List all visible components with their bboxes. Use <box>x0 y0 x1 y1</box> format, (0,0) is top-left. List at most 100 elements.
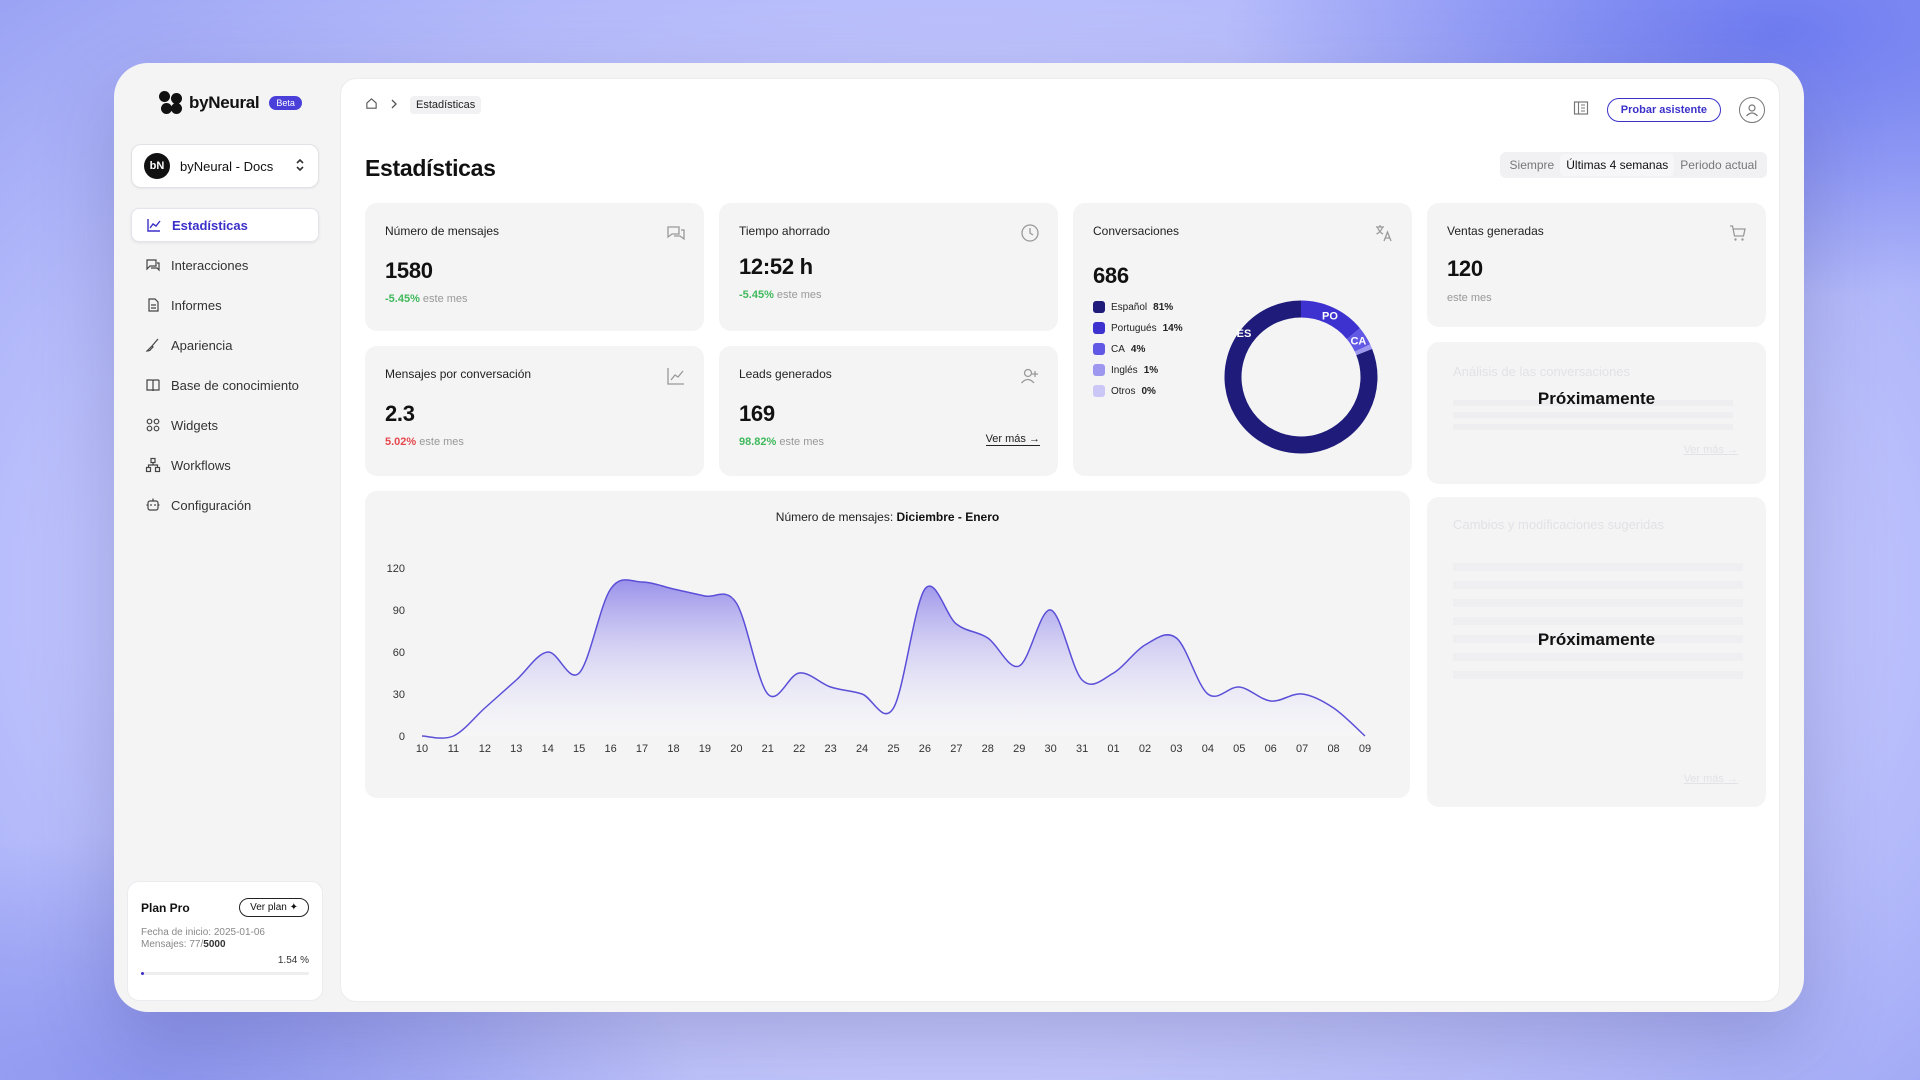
legend-pct: 14% <box>1162 322 1183 334</box>
sidebar-item-apariencia[interactable]: Apariencia <box>131 328 319 362</box>
x-tick-label: 24 <box>856 743 868 755</box>
x-tick-label: 02 <box>1139 743 1151 755</box>
x-tick-label: 01 <box>1107 743 1119 755</box>
try-assistant-button[interactable]: Probar asistente <box>1606 98 1721 122</box>
x-tick-label: 10 <box>416 743 428 755</box>
delta-suffix: este mes <box>419 436 464 448</box>
legend-swatch <box>1093 301 1105 313</box>
sidebar-item-widgets[interactable]: Widgets <box>131 408 319 442</box>
delta-value: -5.45% <box>385 293 420 305</box>
view-plan-button[interactable]: Ver plan ✦ <box>239 898 309 917</box>
donut-slice-label: PO <box>1322 310 1338 322</box>
x-tick-label: 28 <box>982 743 994 755</box>
card-value: 2.3 <box>385 401 415 426</box>
x-tick-label: 11 <box>448 743 459 755</box>
sidebar-item-workflows[interactable]: Workflows <box>131 448 319 482</box>
plan-title: Plan Pro <box>141 900 190 915</box>
sidebar-item-label: Estadísticas <box>172 217 248 233</box>
delta-value: 5.02% <box>385 436 417 448</box>
period-option-siempre[interactable]: Siempre <box>1504 154 1561 176</box>
workflow-icon <box>145 457 161 473</box>
messages-area-chart: 030609012010 11 12 13 14 15 16 17 18 19 20 21 22 23 24… <box>387 563 1371 755</box>
legend-pct: 1% <box>1143 364 1159 376</box>
sidebar-item-informes[interactable]: Informes <box>131 288 319 322</box>
card-delta: 98.82% este mes <box>739 436 824 448</box>
x-tick-label: 18 <box>667 743 679 755</box>
x-tick-label: 17 <box>636 743 648 755</box>
x-tick-label: 20 <box>730 743 742 755</box>
logo-icon <box>159 91 183 115</box>
sidebar-item-label: Apariencia <box>171 337 233 353</box>
app-window: byNeural Beta bN byNeural - Docs Estadís… <box>114 63 1804 1012</box>
x-tick-label: 15 <box>573 743 585 755</box>
x-tick-label: 30 <box>1045 743 1057 755</box>
x-tick-label: 09 <box>1359 743 1371 755</box>
x-tick-label: 05 <box>1233 743 1245 755</box>
legend-swatch <box>1093 364 1105 376</box>
ghost-placeholder-lines <box>1453 553 1743 683</box>
sidebar-toggle-icon[interactable] <box>1573 100 1589 121</box>
sidebar-item-configuracion[interactable]: Configuración <box>131 488 319 522</box>
card-value: 1580 <box>385 258 433 283</box>
coming-soon-label: Próximamente <box>1537 630 1656 649</box>
breadcrumb: Estadísticas <box>365 96 482 114</box>
plan-messages: Mensajes: 77/5000 <box>141 939 309 951</box>
user-avatar-button[interactable] <box>1739 97 1765 123</box>
card-value: 12:52 h <box>739 254 813 279</box>
sidebar-item-interacciones[interactable]: Interacciones <box>131 248 319 282</box>
brand-logo[interactable]: byNeural Beta <box>159 91 302 115</box>
main-panel: Estadísticas Probar asistente Estadístic… <box>340 78 1780 1002</box>
legend-pct: 4% <box>1130 343 1146 355</box>
legend-swatch <box>1093 343 1105 355</box>
home-icon[interactable] <box>365 97 378 113</box>
plan-messages-label: Mensajes: 77/ <box>141 939 204 950</box>
breadcrumb-current[interactable]: Estadísticas <box>410 96 482 114</box>
period-option-ultimas-4-semanas[interactable]: Últimas 4 semanas <box>1560 154 1675 176</box>
y-tick-label: 60 <box>393 647 405 659</box>
x-tick-label: 25 <box>887 743 899 755</box>
sidebar: byNeural Beta bN byNeural - Docs Estadís… <box>114 63 336 1012</box>
card-coming-soon-analysis: Análisis de las conversaciones Próximame… <box>1427 342 1766 484</box>
workspace-selector[interactable]: bN byNeural - Docs <box>131 144 319 188</box>
legend-name: Otros <box>1111 385 1136 397</box>
delta-value: 98.82% <box>739 436 777 448</box>
sidebar-item-label: Interacciones <box>171 257 249 273</box>
leads-see-more-link[interactable]: Ver más → <box>985 433 1040 446</box>
x-tick-label: 03 <box>1170 743 1182 755</box>
period-selector: Siempre Últimas 4 semanas Periodo actual <box>1499 152 1767 178</box>
card-value: 169 <box>739 401 775 426</box>
legend-name: Inglés <box>1111 364 1138 376</box>
legend-item: CA 4% <box>1093 343 1183 355</box>
y-tick-label: 0 <box>399 731 405 743</box>
chart-line-icon <box>666 366 686 386</box>
card-label: Número de mensajes <box>385 224 500 238</box>
period-option-periodo-actual[interactable]: Periodo actual <box>1674 154 1763 176</box>
sidebar-item-base-de-conocimiento[interactable]: Base de conocimiento <box>131 368 319 402</box>
card-messages: Número de mensajes 1580 -5.45% este mes <box>365 203 704 331</box>
sparkle-icon: ✦ <box>289 902 298 913</box>
legend-pct: 81% <box>1153 301 1174 313</box>
plan-messages-total: 5000 <box>203 939 226 950</box>
user-icon <box>1746 104 1758 117</box>
plan-usage-percent: 1.54 % <box>277 955 309 966</box>
legend-item: Inglés 1% <box>1093 364 1183 376</box>
legend-swatch <box>1093 385 1105 397</box>
x-tick-label: 07 <box>1296 743 1308 755</box>
cart-icon <box>1728 223 1748 243</box>
legend-pct: 0% <box>1141 385 1156 397</box>
plan-usage-fill <box>141 972 145 975</box>
card-time-saved: Tiempo ahorrado 12:52 h -5.45% este mes <box>719 203 1058 331</box>
card-conversations: Conversaciones 686 Español 81% Portugués 1… <box>1073 203 1412 476</box>
translate-icon <box>1374 223 1394 243</box>
card-delta: 5.02% este mes <box>385 436 464 448</box>
legend-item: Otros 0% <box>1093 385 1183 397</box>
delta-value: -5.45% <box>739 289 774 301</box>
donut-slice-label: ES <box>1237 328 1252 340</box>
chevron-right-icon <box>390 99 398 112</box>
card-value: 120 <box>1447 256 1483 281</box>
sidebar-item-label: Configuración <box>171 497 252 513</box>
x-tick-label: 26 <box>919 743 931 755</box>
x-tick-label: 22 <box>793 743 805 755</box>
legend-swatch <box>1093 322 1105 334</box>
sidebar-item-estadisticas[interactable]: Estadísticas <box>131 208 319 242</box>
